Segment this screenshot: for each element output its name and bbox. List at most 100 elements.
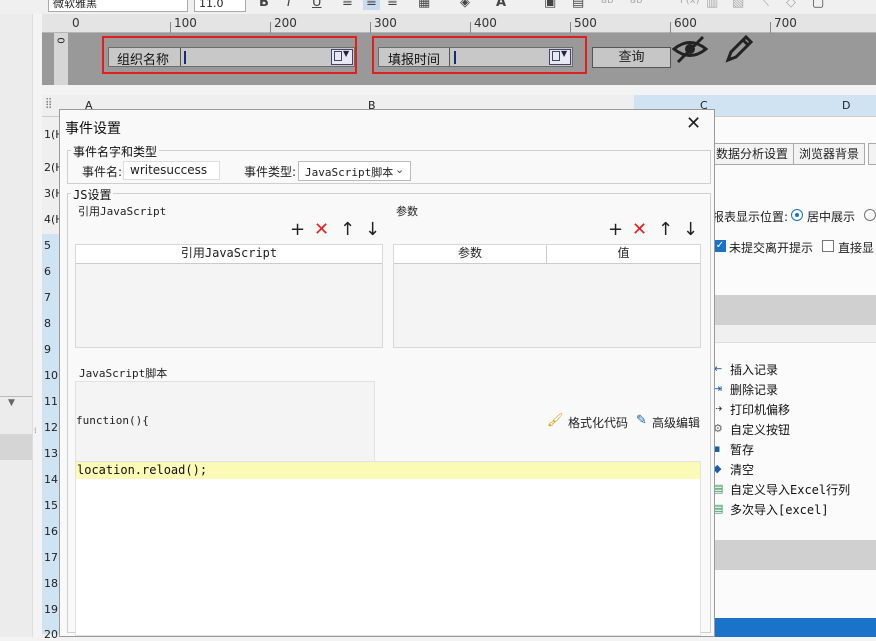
formatting-toolbar: 微软雅黑 11.0 B I U ≡ ≡ ≡ ▦ ◈ A ▣ ▤ ab ab F(… — [0, 0, 876, 14]
button-type-custom[interactable]: 自定义按钮 — [730, 421, 790, 438]
advanced-edit-button[interactable]: 高级编辑 — [652, 414, 700, 431]
move-down-ref-js-button[interactable]: ↓ — [365, 221, 380, 239]
insert-image-icon[interactable]: ▣ — [544, 0, 556, 10]
event-settings-dialog: 事件设置 ✕ 事件名字和类型 事件名: writesuccess 事件类型: J… — [59, 109, 715, 637]
panel-section-footer — [710, 540, 876, 570]
font-size-select[interactable]: 11.0 — [194, 0, 246, 12]
border-icon[interactable]: ▦ — [418, 0, 430, 10]
vruler-mark: 0 — [54, 37, 66, 44]
script-label: JavaScript脚本 — [79, 367, 168, 380]
chevron-down-icon: ⌄ — [395, 163, 405, 176]
delete-param-button[interactable]: ✕ — [632, 221, 647, 239]
radio-center[interactable] — [791, 209, 803, 221]
add-param-button[interactable]: + — [608, 221, 623, 239]
tab-browser-background[interactable]: 浏览器背景 — [793, 143, 866, 165]
align-left-icon[interactable]: ≡ — [342, 0, 353, 10]
radio-dot — [795, 213, 799, 217]
code-line[interactable]: location.reload(); — [77, 463, 207, 477]
field-divider — [449, 48, 450, 66]
chart-icon[interactable]: ▥ — [706, 0, 718, 10]
params-label: 参数 — [396, 205, 418, 218]
checkbox-direct[interactable] — [822, 240, 834, 252]
cell-border-icon[interactable]: ▢ — [812, 0, 824, 10]
ref-js-list[interactable]: 引用JavaScript — [75, 244, 383, 348]
shape-icon[interactable]: ◇ — [786, 0, 796, 10]
vertical-ruler: 0 — [54, 33, 68, 85]
format-brush-icon[interactable]: 🖌 — [547, 413, 564, 428]
event-type-select[interactable]: JavaScript脚本 ⌄ — [298, 161, 411, 181]
close-icon[interactable]: ✕ — [686, 115, 701, 133]
ruler-mark: 700 — [774, 16, 797, 30]
line-icon[interactable]: ⟍ — [760, 0, 769, 10]
font-color-icon[interactable]: A — [496, 0, 506, 10]
position-option-label: 居中展示 — [807, 210, 856, 224]
pencil-icon[interactable] — [723, 33, 755, 65]
event-name-input[interactable]: writesuccess — [123, 161, 220, 180]
code-editor[interactable]: location.reload(); — [75, 461, 701, 636]
tab-data-analysis[interactable]: 数据分析设置 — [710, 143, 795, 165]
move-up-param-button[interactable]: ↑ — [658, 221, 673, 239]
report-date-dropdown-button[interactable]: ▼ — [549, 49, 571, 65]
text-caret — [454, 51, 456, 64]
formula-icon[interactable]: F(x) — [680, 0, 699, 6]
dialog-title: 事件设置 — [65, 121, 121, 137]
collapse-down-icon[interactable]: ▼ — [8, 398, 15, 408]
left-pane-selected-item[interactable] — [0, 434, 32, 460]
chevron-down-icon: ▼ — [561, 49, 568, 58]
column-header-d[interactable]: D — [842, 99, 850, 112]
function-header-area: function(){ — [75, 381, 375, 463]
edit-icon[interactable]: ✎ — [636, 413, 647, 428]
button-type-printer-offset[interactable]: 打印机偏移 — [730, 401, 790, 418]
query-button[interactable]: 查询 — [592, 47, 671, 68]
splitter-grip-icon[interactable]: ⁞ — [34, 426, 37, 435]
hidden-eye-icon[interactable] — [672, 34, 708, 64]
font-family-select[interactable]: 微软雅黑 — [48, 0, 188, 12]
font-family-value: 微软雅黑 — [53, 0, 97, 10]
radio-other[interactable] — [864, 209, 876, 221]
horizontal-ruler: 0 100 200 300 400 500 600 700 — [42, 14, 876, 33]
button-type-clear[interactable]: 清空 — [730, 461, 754, 478]
params-column-header[interactable]: 参数 — [394, 245, 547, 264]
italic-icon[interactable]: I — [287, 0, 291, 10]
insert-cell-icon[interactable]: ▤ — [572, 0, 584, 10]
format-code-button[interactable]: 格式化代码 — [568, 414, 628, 431]
button-type-multi-import[interactable]: 多次导入[excel] — [730, 501, 829, 518]
org-name-dropdown-button[interactable]: ▼ — [331, 49, 353, 65]
ruler-mark: 100 — [174, 16, 197, 30]
value-column-header[interactable]: 值 — [547, 245, 700, 264]
button-type-custom-import[interactable]: 自定义导入Excel行列 — [730, 481, 850, 498]
tab-more[interactable] — [868, 143, 876, 165]
button-type-insert[interactable]: 插入记录 — [730, 361, 778, 378]
bold-icon[interactable]: B — [259, 0, 269, 10]
text-icon[interactable]: ab — [601, 0, 613, 6]
ruler-tick — [770, 22, 771, 33]
ruler-tick — [270, 22, 271, 33]
position-label: 报表显示位置: — [712, 210, 789, 224]
move-up-ref-js-button[interactable]: ↑ — [340, 221, 355, 239]
ref-js-label: 引用JavaScript — [78, 205, 167, 218]
move-down-param-button[interactable]: ↓ — [683, 221, 698, 239]
button-type-temp-save[interactable]: 暂存 — [730, 441, 754, 458]
pane-splitter[interactable]: ⁞ — [32, 14, 42, 637]
insert-chart-icon[interactable]: ▧ — [732, 0, 744, 10]
report-date-label: 填报时间 — [388, 53, 441, 68]
fill-color-icon[interactable]: ◈ — [460, 0, 470, 10]
event-name-label: 事件名: — [82, 165, 123, 179]
text-caret — [184, 51, 186, 64]
checkbox-leave-prompt[interactable]: ✓ — [714, 240, 726, 252]
left-pane: ▼ — [0, 14, 32, 637]
font-size-value: 11.0 — [199, 0, 224, 10]
underline-icon[interactable]: U — [312, 0, 322, 10]
grid-handle-icon[interactable]: ⣿ — [45, 98, 52, 109]
ref-js-column-header[interactable]: 引用JavaScript — [76, 245, 382, 264]
align-right-icon[interactable]: ≡ — [387, 0, 398, 10]
align-center-icon[interactable]: ≡ — [363, 0, 380, 10]
abc-icon[interactable]: ab — [630, 0, 642, 6]
ruler-tick — [370, 22, 371, 33]
name-type-group-label: 事件名字和类型 — [71, 143, 160, 160]
delete-ref-js-button[interactable]: ✕ — [314, 221, 329, 239]
ruler-tick — [570, 22, 571, 33]
add-ref-js-button[interactable]: + — [290, 221, 305, 239]
button-type-delete[interactable]: 删除记录 — [730, 381, 778, 398]
params-table[interactable]: 参数 值 — [393, 244, 701, 348]
